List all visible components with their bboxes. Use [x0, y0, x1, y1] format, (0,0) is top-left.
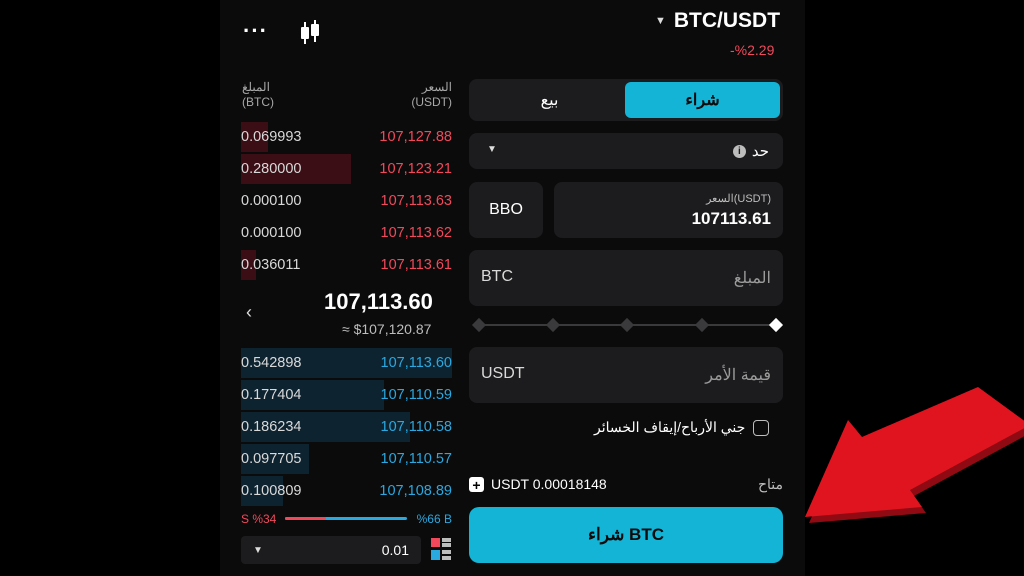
- price-input[interactable]: السعر(USDT) 107113.61: [554, 182, 783, 238]
- ratio-bar-sell: [285, 517, 327, 520]
- amount-unit: BTC: [481, 268, 513, 285]
- tpsl-toggle[interactable]: جني الأرباح/إيقاف الخسائر: [594, 419, 770, 436]
- bid-amount: 0.100809: [241, 483, 302, 499]
- more-horizontal-icon[interactable]: ···: [243, 18, 268, 44]
- bid-price: 107,110.58: [380, 419, 453, 435]
- ask-amount: 0.036011: [241, 257, 301, 273]
- price-change: -%2.29: [730, 42, 775, 58]
- tab-sell[interactable]: بيع: [472, 82, 627, 118]
- bid-amount: 0.097705: [241, 451, 302, 467]
- bid-amount: 0.542898: [241, 355, 302, 371]
- order-type-value: حد: [751, 143, 769, 160]
- order-value-unit: USDT: [481, 365, 525, 382]
- tab-buy[interactable]: شراء: [625, 82, 780, 118]
- red-arrow-annotation: [805, 387, 1024, 523]
- ask-row[interactable]: 0.036011 107,113.61: [241, 250, 452, 280]
- available-value: USDT 0.00018148: [491, 476, 607, 492]
- orderbook-layout-icon[interactable]: [431, 538, 451, 560]
- bid-price: 107,108.89: [379, 483, 452, 499]
- amount-slider[interactable]: [471, 317, 784, 333]
- amount-input[interactable]: BTC المبلغ: [469, 250, 783, 306]
- bid-row[interactable]: 0.186234 107,110.58: [241, 412, 452, 442]
- tpsl-checkbox[interactable]: [753, 419, 770, 436]
- last-price-fiat: ≈ $107,120.87: [342, 321, 432, 337]
- amount-column-header: المبلغ (BTC): [242, 80, 274, 109]
- pair-selector[interactable]: ▼ BTC/USDT: [655, 9, 780, 33]
- available-label: متاح: [757, 476, 783, 492]
- sell-ratio: S %34: [241, 512, 277, 526]
- price-input-label: السعر(USDT): [706, 193, 771, 205]
- ratio-bar: [285, 517, 407, 520]
- ask-price: 107,113.61: [380, 257, 453, 273]
- order-type-label: i حد: [732, 142, 769, 160]
- caret-down-icon: ▼: [253, 544, 263, 556]
- bbo-button[interactable]: BBO: [469, 182, 543, 238]
- ask-row[interactable]: 0.280000 107,123.21: [241, 154, 452, 184]
- bid-price: 107,110.59: [380, 387, 453, 403]
- ask-row[interactable]: 0.069993 107,127.88: [241, 122, 452, 152]
- ask-amount: 0.069993: [241, 129, 302, 145]
- ask-price: 107,123.21: [379, 161, 452, 177]
- caret-down-icon: ▼: [655, 15, 666, 27]
- last-price: 107,113.60: [324, 289, 433, 314]
- price-input-value: 107113.61: [691, 209, 771, 228]
- chevron-left-icon[interactable]: ‹: [246, 302, 252, 323]
- ask-row[interactable]: 0.000100 107,113.63: [241, 186, 452, 216]
- bid-price: 107,113.60: [380, 355, 453, 371]
- bid-amount: 0.177404: [241, 387, 302, 403]
- add-funds-icon[interactable]: +: [469, 477, 484, 492]
- buy-sell-tabs: بيع شراء: [469, 79, 783, 121]
- ask-amount: 0.000100: [241, 225, 302, 241]
- pair-name: BTC/USDT: [673, 9, 781, 32]
- candlestick-icon[interactable]: [298, 20, 322, 46]
- ask-amount: 0.000100: [241, 193, 302, 209]
- bid-row[interactable]: 0.097705 107,110.57: [241, 444, 452, 474]
- ask-price: 107,127.88: [379, 129, 452, 145]
- bid-row[interactable]: 0.100809 107,108.89: [241, 476, 452, 506]
- ask-price: 107,113.63: [380, 193, 453, 209]
- available-balance: + USDT 0.00018148 متاح: [469, 475, 783, 495]
- precision-select[interactable]: ▼ 0.01: [241, 536, 421, 564]
- amount-placeholder: المبلغ: [733, 270, 771, 287]
- order-value-input[interactable]: USDT قيمة الأمر: [469, 347, 783, 403]
- order-type-select[interactable]: ▼ i حد: [469, 133, 783, 169]
- ask-price: 107,113.62: [380, 225, 453, 241]
- bid-amount: 0.186234: [241, 419, 302, 435]
- order-value-placeholder: قيمة الأمر: [705, 367, 771, 384]
- bid-row[interactable]: 0.542898 107,113.60: [241, 348, 452, 378]
- ask-amount: 0.280000: [241, 161, 302, 177]
- precision-value: 0.01: [381, 542, 409, 558]
- tpsl-label: جني الأرباح/إيقاف الخسائر: [594, 419, 746, 435]
- bid-price: 107,110.57: [380, 451, 453, 467]
- buy-btc-button[interactable]: شراء BTC: [469, 507, 783, 563]
- buy-sell-ratio: S %34 %66 B: [241, 512, 452, 526]
- bid-row[interactable]: 0.177404 107,110.59: [241, 380, 452, 410]
- price-column-header: السعر (USDT): [411, 80, 452, 109]
- caret-down-icon: ▼: [487, 144, 497, 155]
- ask-row[interactable]: 0.000100 107,113.62: [241, 218, 452, 248]
- buy-ratio: %66 B: [416, 512, 452, 526]
- info-icon[interactable]: i: [732, 144, 746, 158]
